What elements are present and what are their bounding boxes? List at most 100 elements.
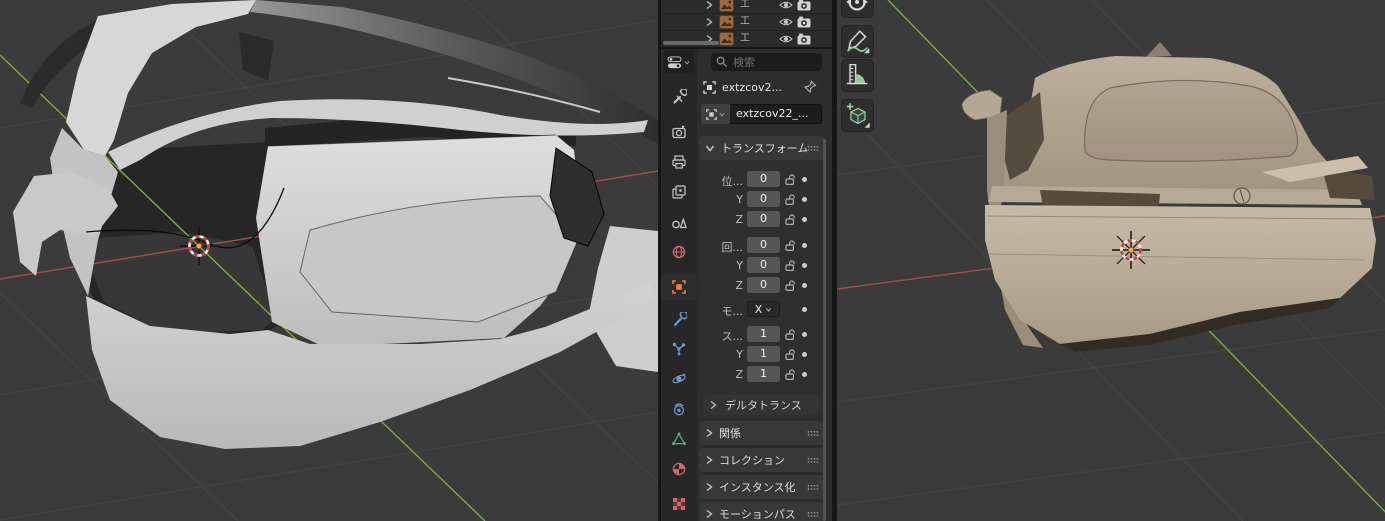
id-type-button[interactable] [701, 104, 730, 124]
tab-material[interactable] [661, 456, 697, 482]
chevron-right-icon[interactable] [705, 17, 713, 27]
tab-particles[interactable] [661, 336, 697, 362]
tab-physics[interactable] [661, 366, 697, 392]
chevron-right-icon[interactable] [705, 0, 713, 10]
animate-dot[interactable] [802, 197, 807, 202]
object-data-icon [672, 432, 686, 446]
outliner-row[interactable]: 工 [661, 13, 832, 30]
object-name-field[interactable]: extzcov22_... [730, 104, 822, 124]
object-icon [703, 80, 716, 94]
measure-tool-button[interactable] [841, 59, 874, 92]
drag-handle-dots[interactable] [807, 145, 819, 152]
drag-handle-dots[interactable] [807, 457, 819, 464]
scene-icon [672, 217, 687, 229]
add-cube-tool-button[interactable] [841, 99, 874, 132]
animate-dot[interactable] [802, 372, 807, 377]
tab-modifiers[interactable] [661, 307, 697, 333]
visibility-eye-icon[interactable] [779, 17, 793, 27]
lock-open-icon[interactable] [785, 193, 797, 206]
lock-open-icon[interactable] [785, 173, 797, 186]
editor-type-button[interactable] [663, 51, 694, 73]
animate-dot[interactable] [802, 283, 807, 288]
search-input[interactable] [733, 55, 813, 69]
location-x-field[interactable]: 0 [747, 171, 780, 187]
subpanel-delta-transform[interactable]: デルタトランス [703, 395, 820, 415]
tab-render[interactable] [661, 119, 697, 145]
tab-world[interactable] [661, 239, 697, 265]
tab-texture[interactable] [661, 491, 697, 517]
horizontal-scrollbar[interactable] [663, 41, 719, 45]
tab-object[interactable] [661, 274, 697, 300]
transform-row-location-x: 位... 0 [699, 171, 824, 188]
lock-open-icon[interactable] [785, 213, 797, 226]
lock-open-icon[interactable] [785, 259, 797, 272]
properties-editor: extzcov2... extzcov22_... [661, 49, 832, 521]
animate-dot[interactable] [802, 217, 807, 222]
animate-dot[interactable] [802, 243, 807, 248]
transform-row-rotation-z: Z 0 [699, 277, 824, 294]
outliner-item-label: 工 [740, 33, 750, 44]
scale-z-field[interactable]: 1 [747, 366, 780, 382]
field-label: Z [735, 213, 743, 226]
animate-dot[interactable] [802, 332, 807, 337]
animate-dot[interactable] [802, 352, 807, 357]
pin-icon[interactable] [803, 80, 817, 94]
properties-main: extzcov2... extzcov22_... [697, 49, 826, 521]
chevron-right-icon [706, 482, 713, 492]
3d-cursor [1112, 231, 1150, 269]
outliner-row[interactable]: 工 [661, 0, 832, 13]
viewport-left[interactable] [0, 0, 658, 521]
breadcrumb-object-name[interactable]: extzcov2... [722, 81, 782, 94]
rotation-z-field[interactable]: 0 [747, 277, 780, 293]
animate-dot[interactable] [802, 177, 807, 182]
tab-output[interactable] [661, 149, 697, 175]
annotate-tool-icon [846, 30, 870, 54]
scale-x-field[interactable]: 1 [747, 326, 780, 342]
panel-header-transform[interactable]: トランスフォーム [699, 136, 824, 160]
tab-view-layer[interactable] [661, 179, 697, 205]
panel-header-relations[interactable]: 関係 [699, 421, 824, 445]
viewport-right[interactable] [837, 0, 1385, 521]
location-z-field[interactable]: 0 [747, 211, 780, 227]
material-icon [672, 462, 686, 476]
panel-header-collections[interactable]: コレクション [699, 448, 824, 472]
animate-dot[interactable] [802, 263, 807, 268]
blender-window: 工 工 工 検索 extzcov2... extzcov22_... トランスフ… [0, 0, 1385, 521]
annotate-tool-button[interactable] [841, 25, 874, 58]
chevron-right-icon [710, 400, 717, 410]
vertical-scrollbar[interactable] [823, 139, 826, 521]
chevron-down-icon [705, 145, 715, 152]
chevron-right-icon [706, 509, 713, 519]
drag-handle-dots[interactable] [807, 484, 819, 491]
lock-open-icon[interactable] [785, 368, 797, 381]
lock-open-icon[interactable] [785, 328, 797, 341]
location-y-field[interactable]: 0 [747, 191, 780, 207]
tab-object-data[interactable] [661, 426, 697, 452]
tab-constraints[interactable] [661, 396, 697, 422]
properties-tab-rail [661, 49, 697, 521]
lock-open-icon[interactable] [785, 279, 797, 292]
animate-dot[interactable] [802, 307, 807, 312]
rotation-y-field[interactable]: 0 [747, 257, 780, 273]
search-box[interactable] [711, 53, 822, 71]
panel-title: コレクション [719, 454, 785, 467]
rotation-x-field[interactable]: 0 [747, 237, 780, 253]
scale-y-field[interactable]: 1 [747, 346, 780, 362]
field-label: モ... [721, 305, 744, 318]
lock-open-icon[interactable] [785, 239, 797, 252]
render-camera-icon[interactable] [797, 33, 811, 45]
drag-handle-dots[interactable] [807, 430, 819, 437]
panel-header-motion-paths[interactable]: モーションパス [699, 502, 824, 521]
tab-tool[interactable] [661, 84, 697, 110]
rotation-mode-dropdown[interactable]: X [747, 301, 780, 317]
render-camera-icon[interactable] [797, 16, 811, 28]
lock-open-icon[interactable] [785, 348, 797, 361]
visibility-eye-icon[interactable] [779, 0, 793, 10]
render-camera-icon[interactable] [797, 0, 811, 11]
transform-tool-button[interactable] [841, 0, 874, 18]
tab-scene[interactable] [661, 209, 697, 235]
drag-handle-dots[interactable] [807, 511, 819, 518]
panel-header-instancing[interactable]: インスタンス化 [699, 475, 824, 499]
transform-row-scale-x: ス... 1 [699, 326, 824, 343]
visibility-eye-icon[interactable] [779, 34, 793, 44]
